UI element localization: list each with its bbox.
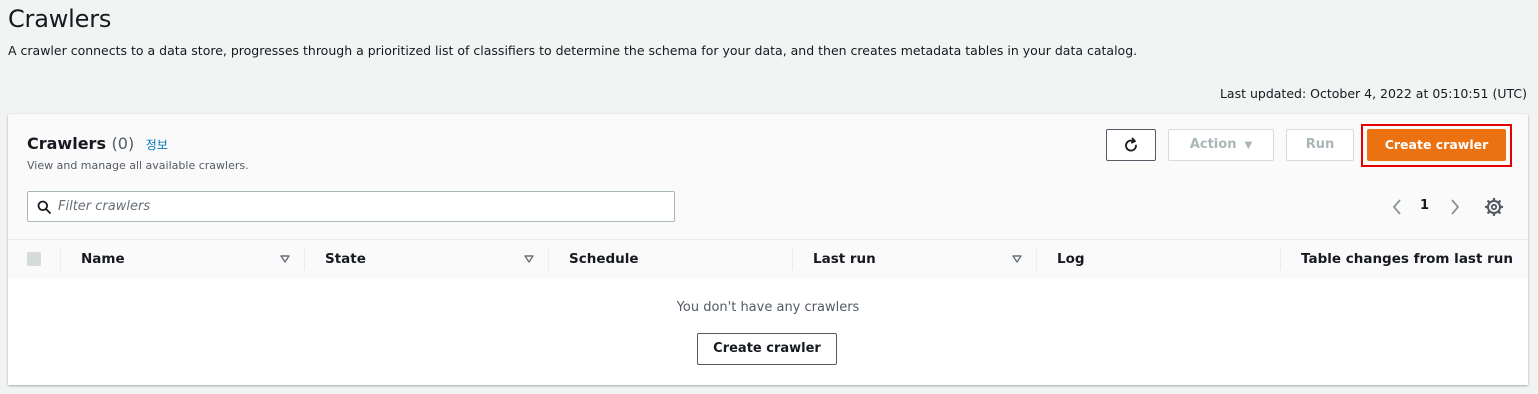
column-header-name[interactable]: Name	[81, 240, 125, 279]
column-header-schedule: Schedule	[569, 251, 639, 267]
column-divider	[792, 249, 793, 270]
empty-state-create-button[interactable]: Create crawler	[697, 333, 837, 365]
crawlers-panel: Crawlers (0) 정보 View and manage all avai…	[8, 114, 1528, 385]
action-button[interactable]: Action ▼	[1168, 129, 1274, 161]
refresh-icon	[1125, 137, 1137, 152]
sort-icon[interactable]	[1012, 254, 1022, 264]
panel-title-text: Crawlers	[27, 134, 106, 153]
page-description: A crawler connects to a data store, prog…	[8, 43, 1138, 58]
column-header-last-run[interactable]: Last run	[813, 240, 876, 279]
run-button[interactable]: Run	[1286, 129, 1354, 161]
sort-icon[interactable]	[524, 254, 534, 264]
filter-input[interactable]	[58, 192, 658, 221]
column-divider	[1280, 249, 1281, 270]
table-body: You don't have any crawlers Create crawl…	[8, 279, 1528, 385]
action-button-label: Action	[1189, 137, 1237, 152]
table-header: Name State Schedule Last run Log Table c…	[8, 239, 1528, 280]
gear-icon[interactable]	[1484, 197, 1504, 217]
page-number[interactable]: 1	[1420, 198, 1429, 213]
column-divider	[60, 249, 61, 270]
panel-title: Crawlers (0) 정보	[27, 133, 168, 156]
column-header-state[interactable]: State	[325, 240, 366, 279]
page-title: Crawlers	[8, 5, 112, 33]
crawler-count: (0)	[111, 134, 135, 153]
search-icon	[37, 200, 51, 214]
select-all-checkbox[interactable]	[27, 252, 41, 266]
filter-field[interactable]	[27, 191, 675, 222]
caret-down-icon: ▼	[1244, 140, 1253, 151]
column-header-log: Log	[1057, 251, 1085, 267]
chevron-left-icon[interactable]	[1390, 197, 1404, 217]
chevron-right-icon[interactable]	[1448, 197, 1462, 217]
empty-state-message: You don't have any crawlers	[676, 300, 860, 315]
panel-subtitle: View and manage all available crawlers.	[27, 159, 249, 172]
refresh-button[interactable]	[1106, 129, 1156, 161]
column-divider	[1036, 249, 1037, 270]
column-header-table-changes: Table changes from last run	[1301, 251, 1513, 267]
last-updated: Last updated: October 4, 2022 at 05:10:5…	[1219, 86, 1527, 101]
sort-icon[interactable]	[280, 254, 290, 264]
create-crawler-button[interactable]: Create crawler	[1367, 129, 1506, 161]
column-divider	[304, 249, 305, 270]
column-divider	[548, 249, 549, 270]
info-link[interactable]: 정보	[146, 138, 168, 152]
